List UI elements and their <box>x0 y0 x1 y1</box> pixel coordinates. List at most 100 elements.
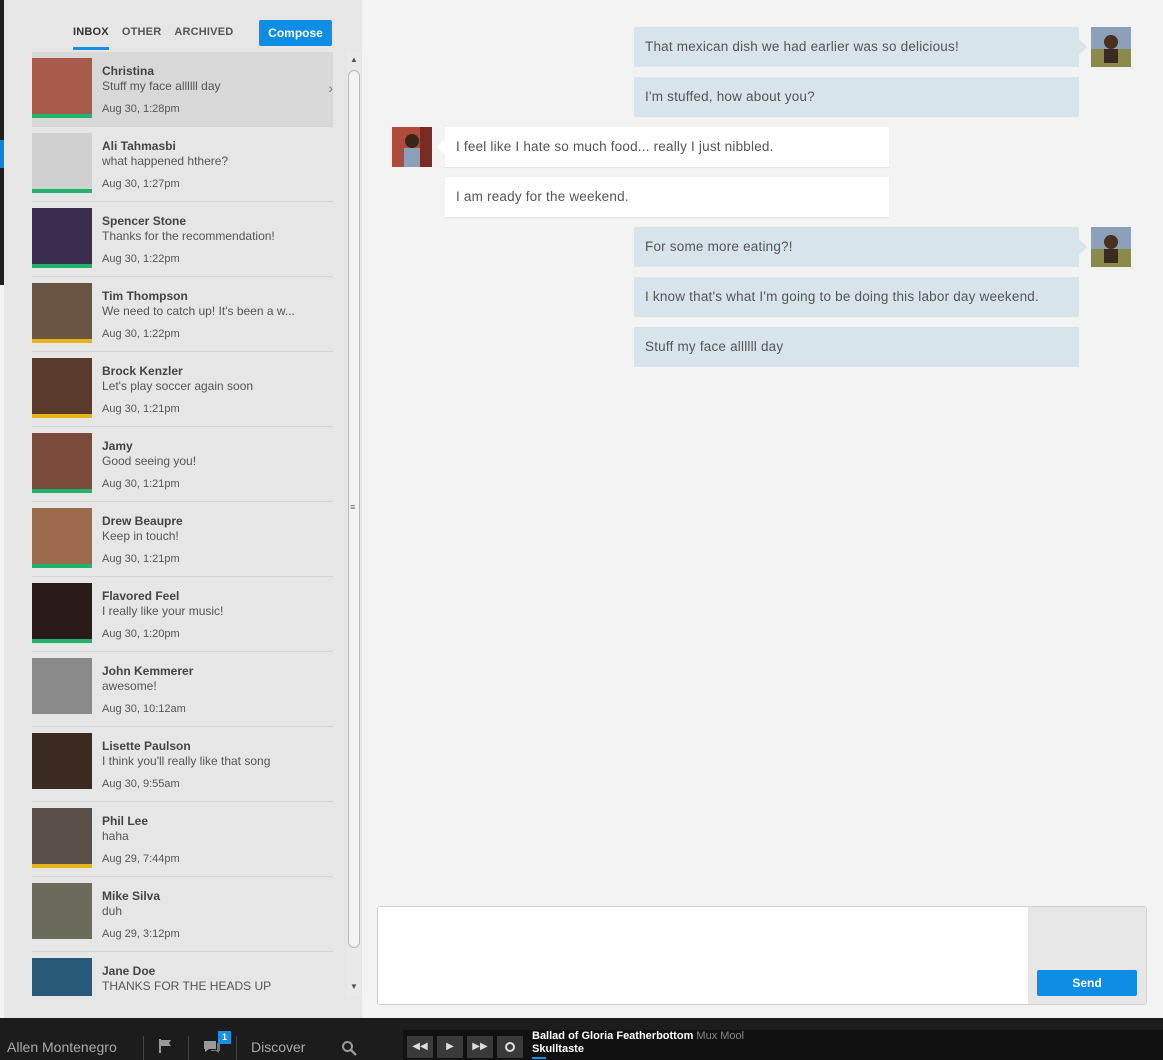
chevron-right-icon: › <box>328 80 333 96</box>
status-bar <box>32 114 92 118</box>
message-preview: THANKS FOR THE HEADS UP <box>102 979 272 993</box>
compose-button[interactable]: Compose <box>259 20 332 46</box>
message-bubble-me: For some more eating?! <box>634 227 1087 267</box>
search-icon-svg <box>342 1041 357 1056</box>
status-bar <box>32 264 92 268</box>
message-bubble-them: I am ready for the weekend. <box>445 177 889 217</box>
now-playing-title[interactable]: Ballad of Gloria Featherbottom Mux Mool <box>532 1030 744 1042</box>
my-avatar <box>1091 227 1131 267</box>
conversation-item[interactable]: Tim Thompson We need to catch up! It's be… <box>32 277 333 352</box>
notification-badge: 1 <box>218 1031 231 1044</box>
message-time: Aug 30, 1:21pm <box>102 403 180 415</box>
message-preview: Good seeing you! <box>102 454 197 468</box>
message-preview: haha <box>102 829 129 843</box>
message-time: Aug 30, 1:22pm <box>102 328 180 340</box>
track-album: Skulltaste <box>532 1043 584 1055</box>
my-avatar <box>1091 27 1131 67</box>
contact-photo <box>32 658 92 714</box>
contact-thumbnail <box>32 433 92 493</box>
divider <box>143 1036 144 1060</box>
conversation-item[interactable]: Lisette Paulson I think you'll really lik… <box>32 727 333 802</box>
track-progress <box>532 1057 546 1059</box>
conversation-item[interactable]: Spencer Stone Thanks for the recommendati… <box>32 202 333 277</box>
divider <box>188 1036 189 1060</box>
contact-photo <box>32 58 92 114</box>
conversation-item[interactable]: Drew Beaupre Keep in touch! Aug 30, 1:21pm <box>32 502 333 577</box>
contact-thumbnail <box>32 358 92 418</box>
message-time: Aug 30, 9:55am <box>102 778 180 790</box>
inbox-tabs: INBOX OTHER ARCHIVED <box>73 26 246 50</box>
contact-name: Spencer Stone <box>102 214 187 228</box>
scroll-up-icon[interactable]: ▲ <box>350 55 358 64</box>
status-bar <box>32 714 92 718</box>
contact-name: Drew Beaupre <box>102 514 183 528</box>
contact-photo <box>32 358 92 414</box>
bottom-bar: Allen Montenegro 1 Discover ◀◀ ▶ ▶▶ Ball… <box>0 1018 1163 1060</box>
music-player: ◀◀ ▶ ▶▶ Ballad of Gloria Featherbottom M… <box>403 1030 1163 1060</box>
conversation-item[interactable]: Jamy Good seeing you! Aug 30, 1:21pm <box>32 427 333 502</box>
search-icon[interactable] <box>341 1040 357 1060</box>
contact-avatar-image <box>392 127 432 167</box>
conversation-item[interactable]: John Kemmerer awesome! Aug 30, 10:12am <box>32 652 333 727</box>
contact-name: Ali Tahmasbi <box>102 139 176 153</box>
contact-name: Phil Lee <box>102 814 149 828</box>
record-icon[interactable] <box>497 1036 523 1058</box>
message-bubble-me: Stuff my face allllll day <box>634 327 1079 367</box>
conversation-item[interactable]: Ali Tahmasbi what happened hthere? Aug 30,… <box>32 127 333 202</box>
discover-link[interactable]: Discover <box>251 1039 305 1055</box>
conversation-item[interactable]: Christina Stuff my face allllll day Aug 30… <box>32 52 333 127</box>
status-bar <box>32 189 92 193</box>
contact-thumbnail <box>32 133 92 193</box>
status-bar <box>32 639 92 643</box>
message-preview: I think you'll really like that song <box>102 754 271 768</box>
contact-photo <box>32 958 92 996</box>
scroll-down-icon[interactable]: ▼ <box>350 982 358 991</box>
contact-name: Lisette Paulson <box>102 739 191 753</box>
contact-photo <box>32 508 92 564</box>
message-preview: Stuff my face allllll day <box>102 79 221 93</box>
conversation-item[interactable]: Brock Kenzler Let's play soccer again soo… <box>32 352 333 427</box>
message-preview: duh <box>102 904 123 918</box>
contact-thumbnail <box>32 583 92 643</box>
send-button[interactable]: Send <box>1037 970 1137 996</box>
contact-thumbnail <box>32 733 92 793</box>
contact-name: Jane Doe <box>102 964 156 978</box>
message-preview: what happened hthere? <box>102 154 229 168</box>
message-bubble-me: I know that's what I'm going to be doing… <box>634 277 1079 317</box>
conversation-item[interactable]: Jane Doe THANKS FOR THE HEADS UP <box>32 952 333 996</box>
flag-icon[interactable] <box>157 1038 173 1058</box>
track-artist: Mux Mool <box>696 1030 745 1042</box>
contact-thumbnail <box>32 808 92 868</box>
message-preview: Let's play soccer again soon <box>102 379 254 393</box>
fast-forward-icon[interactable]: ▶▶ <box>467 1036 493 1058</box>
conversation-item[interactable]: Mike Silva duh Aug 29, 3:12pm <box>32 877 333 952</box>
tab-archived[interactable]: ARCHIVED <box>174 26 233 50</box>
conversation-scrollbar[interactable]: ▲ ≡ ▼ <box>347 52 361 996</box>
contact-photo <box>32 883 92 939</box>
contact-thumbnail <box>32 208 92 268</box>
contact-photo <box>32 808 92 864</box>
contact-name: Mike Silva <box>102 889 161 903</box>
message-preview: awesome! <box>102 679 157 693</box>
track-title: Ballad of Gloria Featherbottom <box>532 1030 694 1042</box>
tab-other[interactable]: OTHER <box>122 26 162 50</box>
contact-photo <box>32 208 92 264</box>
status-bar <box>32 939 92 943</box>
message-preview: I really like your music! <box>102 604 224 618</box>
rewind-icon[interactable]: ◀◀ <box>407 1036 433 1058</box>
message-time: Aug 29, 3:12pm <box>102 928 180 940</box>
message-preview: Keep in touch! <box>102 529 179 543</box>
contact-thumbnail <box>32 283 92 343</box>
message-bubble-them: I feel like I hate so much food... reall… <box>437 127 889 167</box>
message-input[interactable] <box>378 907 1028 1004</box>
conversation-item[interactable]: Flavored Feel I really like your music! Au… <box>32 577 333 652</box>
tab-inbox[interactable]: INBOX <box>73 26 109 50</box>
conversation-item[interactable]: Phil Lee haha Aug 29, 7:44pm <box>32 802 333 877</box>
contact-photo <box>32 283 92 339</box>
contact-name: Tim Thompson <box>102 289 188 303</box>
play-icon[interactable]: ▶ <box>437 1036 463 1058</box>
message-time: Aug 30, 1:27pm <box>102 178 180 190</box>
contact-name: Flavored Feel <box>102 589 180 603</box>
user-name[interactable]: Allen Montenegro <box>7 1039 117 1055</box>
message-time: Aug 30, 1:21pm <box>102 478 180 490</box>
